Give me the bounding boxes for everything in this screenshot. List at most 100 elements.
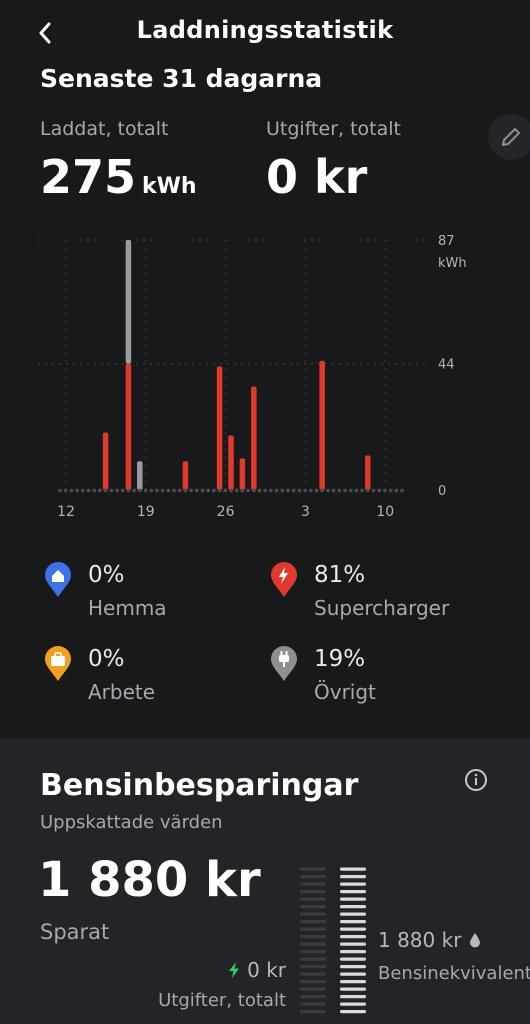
bar-other — [137, 461, 143, 490]
fuel-value-row: 1 880 kr — [378, 928, 481, 952]
level-segment — [340, 875, 366, 879]
baseline-dot — [98, 488, 102, 493]
x-tick-label: 3 — [301, 504, 310, 520]
level-segment — [340, 882, 366, 886]
baseline-dot — [126, 488, 131, 493]
level-segment — [300, 867, 326, 871]
baseline-dot — [286, 488, 290, 493]
baseline-dot — [149, 488, 154, 493]
baseline-dot — [132, 488, 136, 493]
baseline-dot — [229, 488, 233, 493]
legend-home: 0% Hemma — [44, 562, 264, 632]
baseline-dot — [371, 488, 376, 493]
savings-title: Bensinbesparingar — [40, 768, 359, 803]
baseline-dot — [303, 488, 307, 493]
savings-bars-graphic — [300, 867, 366, 1014]
baseline-dot — [257, 488, 262, 493]
legend-work: 0% Arbete — [44, 646, 264, 716]
x-tick-label: 12 — [57, 504, 75, 520]
baseline-dot — [320, 488, 325, 493]
level-segment — [300, 897, 326, 901]
level-segment — [340, 995, 366, 999]
top-bar: Laddningsstatistik — [0, 0, 530, 64]
baseline-dot — [166, 488, 171, 493]
baseline-dot — [183, 488, 188, 493]
charged-total: 275 kWh — [40, 154, 197, 200]
bar-supercharger — [239, 458, 246, 490]
cost-total-value: 0 kr — [266, 150, 368, 204]
baseline-dot — [343, 488, 347, 493]
y-tick-label: 0 — [438, 484, 446, 499]
level-segment — [300, 927, 326, 931]
baseline-dot — [109, 488, 114, 493]
baseline-dot — [365, 488, 370, 493]
baseline-dot — [331, 488, 336, 493]
charged-total-label: Laddat, totalt — [40, 118, 169, 140]
baseline-dot — [212, 488, 216, 493]
x-tick-label: 10 — [376, 504, 394, 520]
baseline-dot — [314, 488, 319, 493]
baseline-dot — [69, 488, 74, 493]
pencil-icon — [502, 128, 520, 146]
baseline-dot — [177, 488, 182, 493]
legend-work-name: Arbete — [88, 680, 156, 704]
plug-pin-icon — [271, 646, 297, 681]
level-segment — [340, 980, 366, 984]
level-segment — [340, 965, 366, 969]
level-segment — [300, 987, 326, 991]
bar-supercharger — [182, 461, 189, 490]
level-segment — [340, 927, 366, 931]
level-segment — [300, 972, 326, 976]
fuel-value: 1 880 kr — [378, 928, 462, 952]
baseline-dot — [155, 488, 159, 493]
legend-home-pct: 0% — [88, 562, 125, 588]
saved-value: 1 880 kr — [38, 852, 261, 908]
charged-total-value: 275 — [40, 150, 137, 204]
baseline-dot — [120, 488, 125, 493]
baseline-dot — [223, 488, 228, 493]
baseline-dot — [194, 488, 199, 493]
legend-other-name: Övrigt — [314, 680, 376, 704]
charging-chart: 87 44 0 kWh 12 19 26 3 10 — [30, 228, 510, 528]
baseline-dot — [160, 488, 165, 493]
level-segment — [300, 980, 326, 984]
charged-total-unit: kWh — [142, 174, 197, 199]
info-icon[interactable] — [464, 768, 488, 792]
bar-supercharger — [251, 386, 257, 490]
level-segment — [300, 905, 326, 909]
level-segment — [340, 912, 366, 916]
level-segment — [300, 890, 326, 894]
baseline-dot — [377, 488, 382, 493]
bar-supercharger — [125, 363, 132, 490]
y-unit-label: kWh — [438, 256, 467, 271]
level-segment — [340, 897, 366, 901]
level-segment — [300, 995, 326, 999]
briefcase-pin-icon — [45, 646, 71, 681]
baseline-dot — [246, 488, 251, 493]
level-segment — [340, 867, 366, 871]
legend-supercharger-pct: 81% — [314, 562, 366, 588]
level-segment — [300, 950, 326, 954]
baseline-dot — [80, 488, 85, 493]
legend-other-pct: 19% — [314, 646, 366, 672]
level-segment — [340, 972, 366, 976]
baseline-dot — [337, 488, 342, 493]
level-segment — [300, 935, 326, 939]
level-segment — [340, 890, 366, 894]
level-segment — [300, 1010, 326, 1014]
bar-other — [125, 240, 132, 364]
baseline-dot — [200, 488, 205, 493]
baseline-dot — [251, 488, 256, 493]
fuel-drop-icon — [470, 933, 481, 948]
baseline-dot — [274, 488, 279, 493]
baseline-dot — [189, 488, 194, 493]
level-segment — [300, 1002, 326, 1006]
legend-work-pct: 0% — [88, 646, 125, 672]
baseline-dot — [297, 488, 302, 493]
level-segment — [300, 942, 326, 946]
level-segment — [340, 950, 366, 954]
saved-label: Sparat — [40, 920, 110, 944]
edit-button[interactable] — [488, 114, 530, 160]
level-segment — [340, 1002, 366, 1006]
baseline-dot — [263, 488, 268, 493]
